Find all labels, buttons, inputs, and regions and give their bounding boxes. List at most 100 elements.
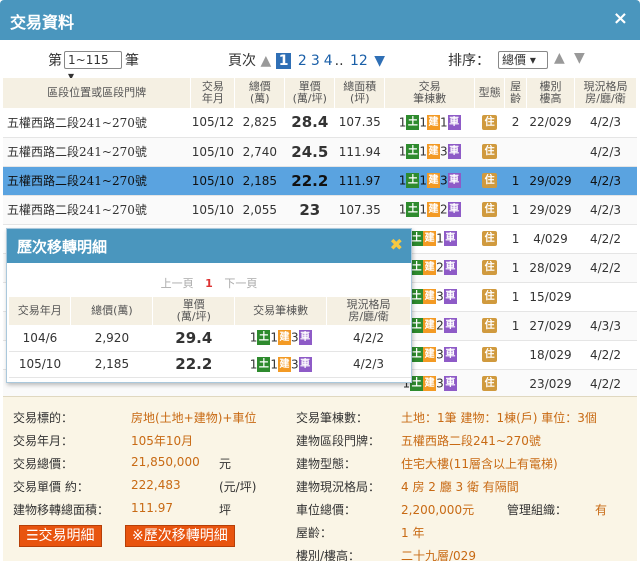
history-count: 1土1建3車 [234, 351, 327, 378]
popup-title: 歷次移轉明細 [17, 238, 108, 256]
cell-age [504, 137, 527, 167]
cell-address: 五權西路二段241~270號 [3, 166, 191, 196]
building-icon: 建 [426, 144, 440, 159]
close-icon[interactable]: × [613, 8, 628, 29]
history-date: 105/10 [9, 351, 71, 378]
header-total[interactable]: 總價 (萬) [234, 78, 286, 108]
table-row[interactable]: 五權西路二段241~270號 105/12 2,825 28.4 107.35 1 土 1 建 1… [3, 108, 637, 138]
page-3[interactable]: 3 [311, 53, 320, 69]
residential-icon: 住 [482, 144, 498, 159]
table-row[interactable]: 五權西路二段241~270號 105/10 2,055 23 107.35 1 土 1 建 2 車住… [3, 195, 637, 225]
residential-icon: 住 [482, 231, 498, 246]
popup-page: 1 [205, 277, 213, 290]
cell-age: 2 [504, 108, 527, 138]
land-count: 1 [398, 173, 407, 188]
car-icon: 車 [443, 318, 457, 333]
history-unit: 29.4 [152, 325, 235, 352]
car-count: 3 [439, 144, 448, 159]
page-4[interactable]: 4 [324, 53, 333, 69]
car-count: 2 [436, 318, 444, 333]
cell-count: 1土1建3車 [384, 166, 475, 196]
history-header-date: 交易年月 [9, 297, 72, 325]
building-icon: 建 [277, 330, 291, 346]
transaction-detail-button[interactable]: ☰交易明細 [19, 525, 102, 547]
detail-value: 房地(土地+建物)+車位 [131, 411, 257, 425]
cell-count: 1土1建1車 [384, 108, 475, 138]
table-row[interactable]: 五權西路二段241~270號 105/10 2,740 24.5 111.94 1 土 1 建 3… [3, 137, 637, 167]
land-count: 1 [398, 144, 407, 159]
land-icon: 土 [410, 260, 424, 275]
range-select[interactable]: 1~115 ▾ [64, 51, 122, 83]
popup-next[interactable]: 下一頁 [224, 277, 257, 290]
cell-type: 住 [474, 166, 505, 196]
history-total: 2,185 [70, 351, 153, 378]
building-icon: 建 [423, 289, 437, 304]
cell-floor: 23/029 [526, 369, 575, 399]
cell-layout: 4/2/2 [574, 340, 637, 370]
page-1[interactable]: 1 [275, 53, 292, 69]
table-header: 區段位置或區段門牌 交易 年月 總價 (萬) 單價 (萬/坪) 總面積 (坪) … [3, 78, 637, 108]
sort-asc-icon[interactable]: ▲ [554, 50, 565, 66]
sort-desc-icon[interactable]: ▼ [574, 50, 585, 66]
building-count: 1 [270, 330, 278, 345]
cell-total: 2,740 [234, 137, 285, 167]
cell-age: 1 [504, 224, 527, 254]
cell-area: 111.97 [334, 166, 385, 196]
header-age[interactable]: 屋 齡 [504, 78, 528, 108]
page-2[interactable]: 2 [298, 53, 307, 69]
header-layout: 現況格局 房/廳/衛 [574, 78, 637, 108]
cell-date: 105/12 [190, 108, 235, 138]
history-count: 1土1建3車 [234, 325, 327, 352]
land-icon: 土 [406, 144, 420, 159]
mgmt-label: 管理組織： [507, 503, 568, 517]
history-header: 交易年月 總價(萬) 單價 (萬/坪) 交易筆棟數 現況格局 房/廳/衛 [9, 297, 411, 325]
cell-layout [574, 282, 637, 312]
next-page-icon[interactable]: ▼ [374, 53, 385, 69]
header-date[interactable]: 交易 年月 [190, 78, 236, 108]
history-unit: 22.2 [152, 351, 235, 378]
header-area[interactable]: 總面積 (坪) [334, 78, 386, 108]
car-count: 3 [290, 330, 299, 345]
land-icon: 土 [410, 289, 424, 304]
header-address[interactable]: 區段位置或區段門牌 [3, 78, 192, 108]
detail-label: 交易年月： [13, 434, 74, 448]
history-layout: 4/2/3 [326, 351, 411, 378]
detail-value: 21,850,000 [131, 455, 200, 469]
sort-select[interactable]: 總價 ▾ [498, 51, 548, 69]
car-count: 3 [436, 376, 444, 391]
cell-type: 住 [474, 195, 505, 225]
history-header-unit: 單價 (萬/坪) [152, 297, 236, 325]
residential-icon: 住 [482, 318, 498, 333]
cell-floor: 29/029 [526, 195, 575, 225]
page-12[interactable]: 12 [350, 53, 368, 69]
prev-page-icon[interactable]: ▲ [260, 53, 271, 69]
history-detail-button[interactable]: ※歷次移轉明細 [125, 525, 235, 547]
pager-label: 頁次 [228, 53, 256, 69]
cell-floor: 4/029 [526, 224, 575, 254]
cell-type: 住 [474, 340, 505, 370]
car-icon: 車 [443, 376, 457, 391]
detail-label: 樓別/樓高： [296, 549, 361, 561]
residential-icon: 住 [482, 260, 498, 275]
car-icon: 車 [447, 114, 461, 130]
detail-label: 交易筆棟數： [296, 411, 369, 425]
car-count: 1 [439, 115, 448, 130]
history-header-layout: 現況格局 房/廳/衛 [326, 297, 411, 325]
cell-address: 五權西路二段241~270號 [3, 137, 191, 167]
cell-unit: 22.2 [284, 166, 335, 196]
building-icon: 建 [423, 231, 437, 246]
table-row[interactable]: 五權西路二段241~270號 105/10 2,185 22.2 111.97 1 土 1 建 3… [3, 166, 637, 196]
car-icon: 車 [443, 289, 457, 304]
cell-type: 住 [474, 108, 505, 138]
cell-date: 105/10 [190, 195, 235, 225]
cell-area: 111.94 [334, 137, 385, 167]
popup-prev[interactable]: 上一頁 [161, 277, 194, 290]
land-icon: 土 [406, 173, 420, 188]
cell-address: 五權西路二段241~270號 [3, 195, 191, 225]
building-icon: 建 [426, 202, 440, 217]
cell-age: 1 [504, 166, 527, 196]
detail-label: 車位總價： [296, 503, 357, 517]
header-unit[interactable]: 單價 (萬/坪) [284, 78, 336, 108]
popup-close-icon[interactable]: ✖ [390, 235, 403, 254]
building-icon: 建 [426, 114, 440, 130]
